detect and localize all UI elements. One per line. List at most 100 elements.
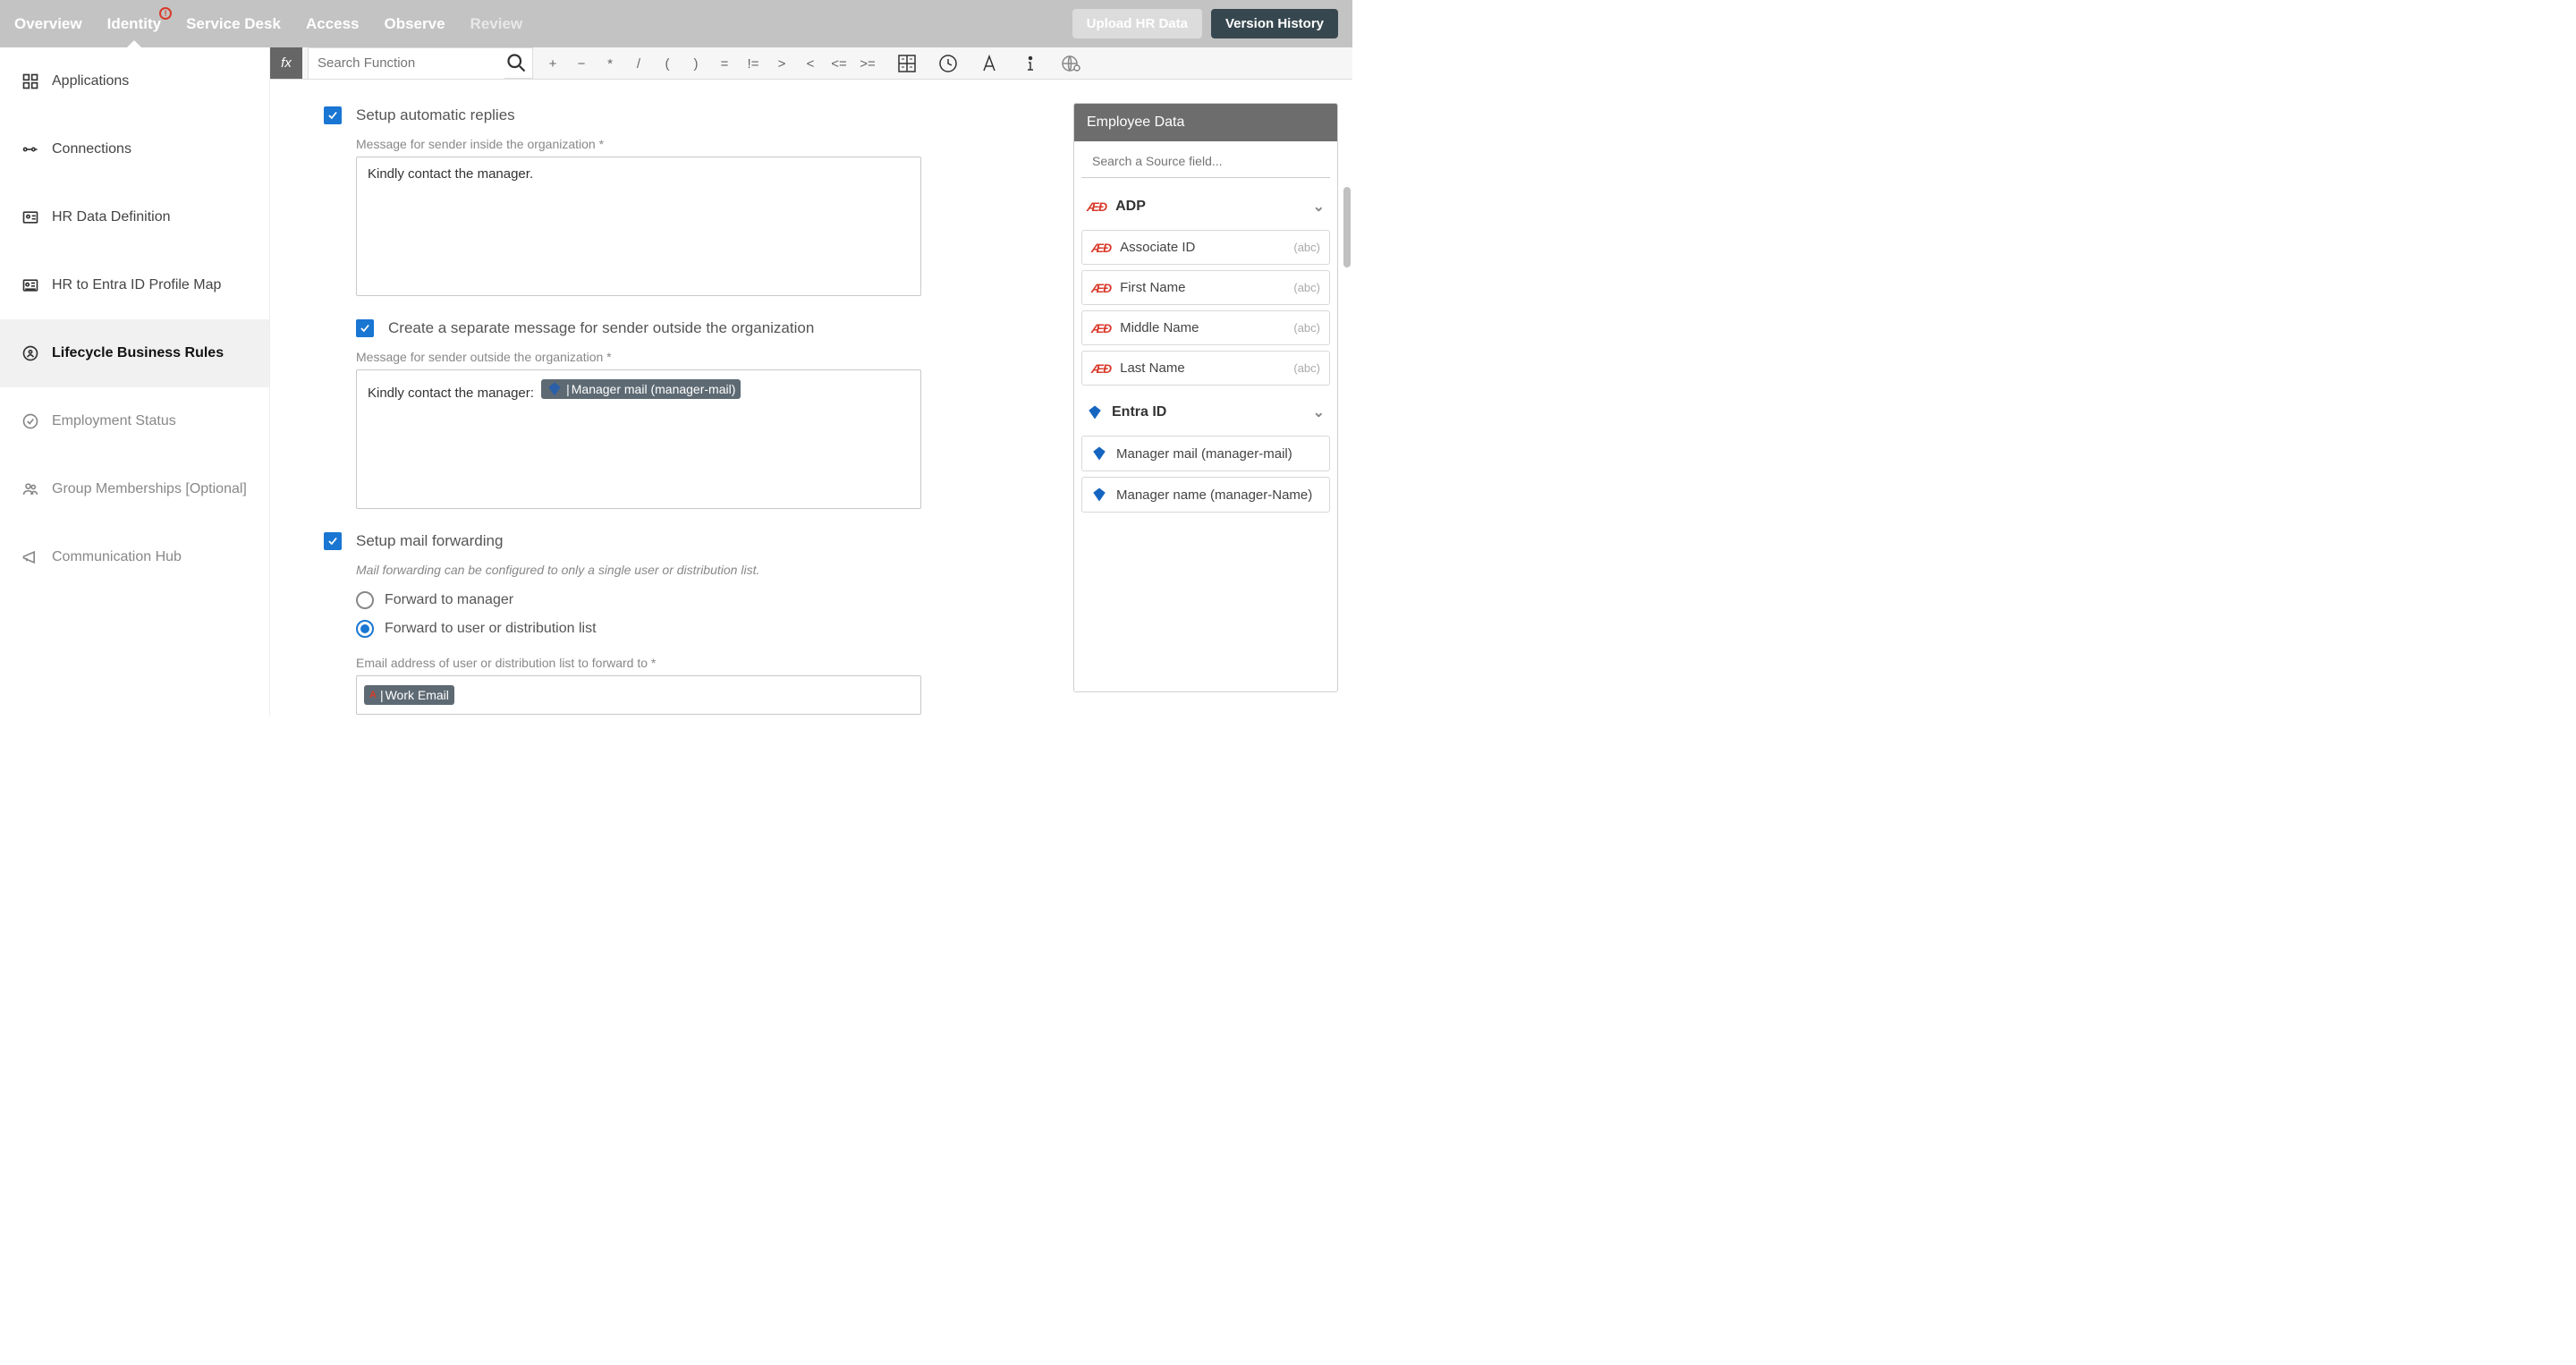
alert-icon [159, 7, 172, 20]
forwarding-checkbox[interactable] [324, 532, 342, 550]
op-lparen[interactable]: ( [653, 47, 682, 80]
sidebar-item-label: Lifecycle Business Rules [52, 345, 224, 361]
auto-reply-checkbox[interactable] [324, 106, 342, 124]
globe-gear-icon[interactable] [1055, 47, 1088, 80]
clock-icon[interactable] [932, 47, 964, 80]
source-name: Entra ID [1112, 404, 1166, 420]
tab-observe[interactable]: Observe [385, 2, 445, 47]
entra-field-manager-name[interactable]: Manager name (manager-Name) [1081, 477, 1330, 513]
adp-logo-icon: ÆÐ [1091, 241, 1111, 255]
radio-label: Forward to user or distribution list [385, 621, 597, 637]
separate-msg-block: Create a separate message for sender out… [324, 319, 1038, 509]
separate-msg-label: Create a separate message for sender out… [388, 319, 814, 337]
source-adp-header[interactable]: ÆÐ ADP ⌄ [1081, 189, 1330, 225]
forward-email-input[interactable]: A | Work Email [356, 675, 921, 715]
tag-label: Work Email [386, 688, 449, 702]
adp-field-associate-id[interactable]: ÆÐ Associate ID (abc) [1081, 230, 1330, 265]
op-plus[interactable]: + [538, 47, 567, 80]
op-lt[interactable]: < [796, 47, 825, 80]
sidebar-item-label: Applications [52, 73, 129, 89]
grid-icon [21, 72, 39, 90]
chevron-down-icon: ⌄ [1313, 403, 1325, 421]
sidebar-item-profile-map[interactable]: HR to Entra ID Profile Map [0, 251, 269, 319]
sidebar-item-group-memberships[interactable]: Group Memberships [Optional] [0, 455, 269, 523]
sidebar-item-applications[interactable]: Applications [0, 47, 269, 115]
forwarding-help: Mail forwarding can be configured to onl… [356, 563, 1038, 577]
sidebar-item-label: Connections [52, 141, 131, 157]
forwarding-block: Setup mail forwarding Mail forwarding ca… [324, 532, 1038, 715]
tab-service-desk[interactable]: Service Desk [186, 2, 281, 47]
adp-field-first-name[interactable]: ÆÐ First Name (abc) [1081, 270, 1330, 305]
tab-access[interactable]: Access [306, 2, 360, 47]
lifecycle-icon [21, 344, 39, 362]
outside-msg-label: Message for sender outside the organizat… [356, 350, 1038, 364]
map-icon [21, 276, 39, 294]
outside-msg-textarea[interactable]: Kindly contact the manager: | Manager ma… [356, 369, 921, 509]
separate-msg-checkbox[interactable] [356, 319, 374, 337]
outside-msg-prefix: Kindly contact the manager: [368, 386, 538, 401]
top-nav: Overview Identity Service Desk Access Ob… [0, 0, 1352, 47]
entra-field-manager-mail[interactable]: Manager mail (manager-mail) [1081, 436, 1330, 471]
search-icon[interactable] [504, 51, 529, 76]
panel-search-input[interactable] [1081, 145, 1330, 178]
adp-field-middle-name[interactable]: ÆÐ Middle Name (abc) [1081, 310, 1330, 345]
search-function-box [308, 47, 533, 79]
op-gt[interactable]: > [767, 47, 796, 80]
tab-review[interactable]: Review [470, 2, 523, 47]
id-card-icon [21, 208, 39, 226]
op-gte[interactable]: >= [853, 47, 882, 80]
sidebar-item-employment-status[interactable]: Employment Status [0, 387, 269, 455]
adp-logo-icon: ÆÐ [1087, 199, 1106, 214]
sidebar-item-communication-hub[interactable]: Communication Hub [0, 523, 269, 591]
sidebar-item-hr-data-definition[interactable]: HR Data Definition [0, 183, 269, 251]
tab-identity[interactable]: Identity [107, 2, 161, 47]
op-divide[interactable]: / [624, 47, 653, 80]
tab-identity-label: Identity [107, 15, 161, 32]
op-eq[interactable]: = [710, 47, 739, 80]
tab-overview[interactable]: Overview [14, 2, 82, 47]
source-entra-header[interactable]: Entra ID ⌄ [1081, 394, 1330, 430]
check-circle-icon [21, 412, 39, 430]
op-lte[interactable]: <= [825, 47, 853, 80]
auto-reply-block: Setup automatic replies Message for send… [324, 106, 1038, 296]
manager-mail-tag[interactable]: | Manager mail (manager-mail) [541, 379, 741, 399]
topnav-actions: Upload HR Data Version History [1072, 9, 1338, 38]
users-icon [21, 480, 39, 498]
form-area: Setup automatic replies Message for send… [270, 80, 1073, 716]
field-type: (abc) [1293, 361, 1320, 375]
fx-icon[interactable]: fx [270, 47, 302, 79]
scrollbar[interactable] [1343, 187, 1351, 267]
tag-label: Manager mail (manager-mail) [572, 382, 736, 396]
adp-logo-icon: ÆÐ [1091, 281, 1111, 295]
version-history-button[interactable]: Version History [1211, 9, 1338, 38]
radio-forward-list[interactable]: Forward to user or distribution list [356, 615, 1038, 643]
main: fx + − * / ( ) = != > < <= >= [270, 47, 1352, 716]
forward-email-label: Email address of user or distribution li… [356, 656, 1038, 670]
sidebar-item-label: HR Data Definition [52, 209, 171, 225]
field-name: Middle Name [1120, 320, 1199, 335]
inside-msg-textarea[interactable]: Kindly contact the manager. [356, 157, 921, 296]
adp-field-last-name[interactable]: ÆÐ Last Name (abc) [1081, 351, 1330, 386]
op-multiply[interactable]: * [596, 47, 624, 80]
op-neq[interactable]: != [739, 47, 767, 80]
radio-icon [356, 620, 374, 638]
connections-icon [21, 140, 39, 158]
radio-label: Forward to manager [385, 592, 513, 608]
chevron-down-icon: ⌄ [1313, 198, 1325, 216]
search-function-input[interactable] [309, 48, 504, 79]
sidebar-item-connections[interactable]: Connections [0, 115, 269, 183]
upload-hr-button[interactable]: Upload HR Data [1072, 9, 1202, 38]
work-email-tag[interactable]: A | Work Email [364, 685, 454, 705]
radio-icon [356, 591, 374, 609]
op-rparen[interactable]: ) [682, 47, 710, 80]
radio-forward-manager[interactable]: Forward to manager [356, 586, 1038, 615]
table-icon[interactable] [891, 47, 923, 80]
sidebar-item-label: Group Memberships [Optional] [52, 481, 247, 497]
sidebar-item-label: Communication Hub [52, 549, 182, 565]
source-name: ADP [1115, 199, 1146, 215]
sidebar-item-lifecycle-rules[interactable]: Lifecycle Business Rules [0, 319, 269, 387]
inside-msg-value: Kindly contact the manager. [368, 166, 533, 182]
font-icon[interactable] [973, 47, 1005, 80]
info-icon[interactable] [1014, 47, 1046, 80]
op-minus[interactable]: − [567, 47, 596, 80]
